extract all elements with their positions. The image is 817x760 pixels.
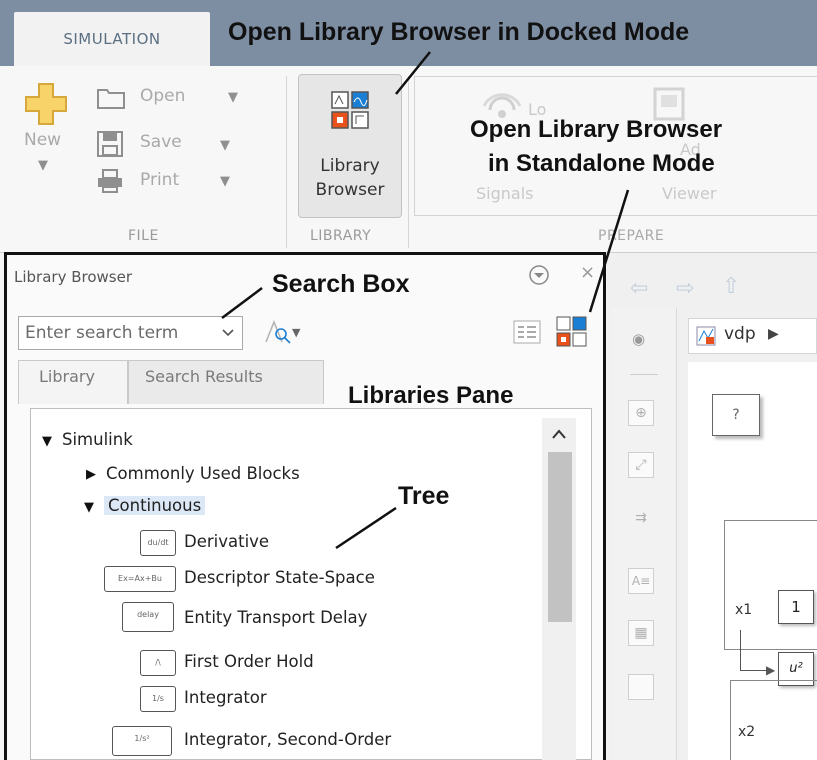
callout-docked-line <box>395 51 431 95</box>
callout-standalone-line <box>588 189 630 313</box>
callout-search-line <box>221 287 263 319</box>
callout-lines <box>221 51 630 550</box>
callout-tree-line <box>335 506 397 550</box>
